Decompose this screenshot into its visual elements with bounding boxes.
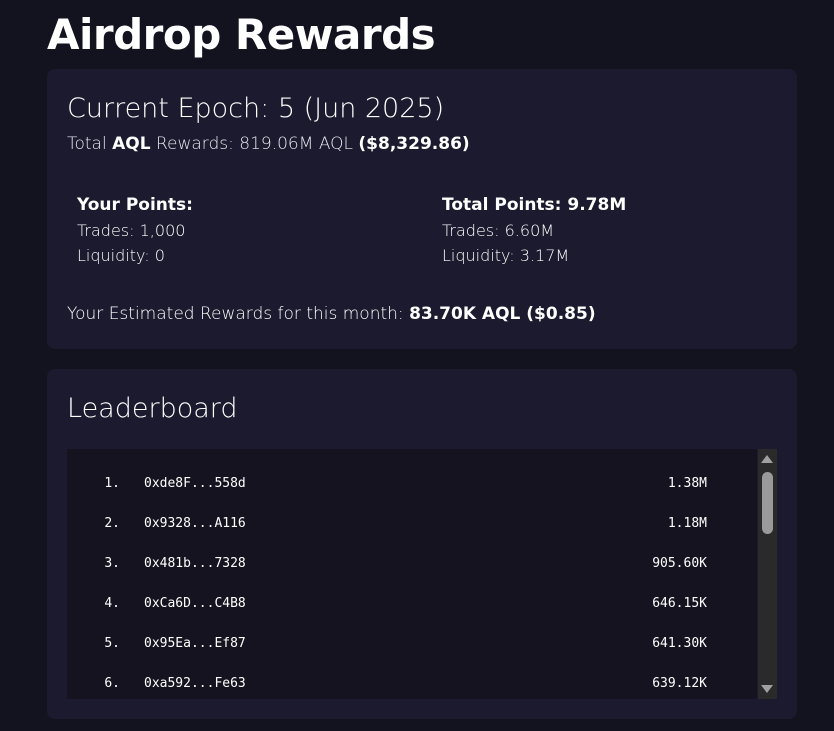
leaderboard-row: 3. 0x481b...7328 905.60K (67, 554, 707, 574)
leaderboard-points: 1.18M (667, 516, 707, 531)
leaderboard-rank: 5. (104, 636, 120, 651)
estimated-rewards-value: 83.70K AQL ($0.85) (409, 304, 596, 324)
your-points-heading: Your Points: (77, 195, 193, 215)
leaderboard-rank: 3. (104, 556, 120, 571)
leaderboard-row: 1. 0xde8F...558d 1.38M (67, 474, 707, 494)
leaderboard-address: 0x481b...7328 (144, 556, 246, 571)
leaderboard-points: 639.12K (652, 676, 707, 691)
leaderboard-points: 905.60K (652, 556, 707, 571)
total-points-heading: Total Points: 9.78M (442, 195, 627, 215)
page-title: Airdrop Rewards (47, 10, 436, 59)
leaderboard-row: 5. 0x95Ea...Ef87 641.30K (67, 634, 707, 654)
total-rewards-prefix: Total (67, 134, 113, 154)
leaderboard-address: 0xCa6D...C4B8 (144, 596, 246, 611)
scroll-thumb[interactable] (762, 472, 773, 534)
total-points-liquidity: Liquidity: 3.17M (442, 246, 570, 265)
total-rewards-token: AQL (112, 134, 151, 154)
scroll-up-arrow-icon[interactable] (761, 455, 773, 463)
leaderboard-heading: Leaderboard (67, 393, 238, 424)
total-points-trades: Trades: 6.60M (442, 221, 555, 240)
epoch-card: Current Epoch: 5 (Jun 2025) Total AQL Re… (47, 69, 797, 349)
leaderboard-address: 0x9328...A116 (144, 516, 246, 531)
epoch-heading: Current Epoch: 5 (Jun 2025) (67, 93, 445, 124)
leaderboard-scrollbar[interactable] (758, 449, 777, 699)
leaderboard-row: 4. 0xCa6D...C4B8 646.15K (67, 594, 707, 614)
leaderboard-rank: 4. (104, 596, 120, 611)
leaderboard-address: 0xa592...Fe63 (144, 676, 246, 691)
total-rewards-usd: ($8,329.86) (358, 134, 470, 154)
leaderboard-row: 2. 0x9328...A116 1.18M (67, 514, 707, 534)
scroll-down-arrow-icon[interactable] (761, 685, 773, 693)
estimated-rewards-line: Your Estimated Rewards for this month: 8… (67, 302, 596, 326)
leaderboard-list[interactable]: 1. 0xde8F...558d 1.38M 2. 0x9328...A116 1.18M… (67, 449, 757, 699)
leaderboard-points: 646.15K (652, 596, 707, 611)
total-points-section: Total Points: 9.78M Trades: 6.60M Liquid… (442, 193, 626, 268)
leaderboard-address: 0xde8F...558d (144, 476, 246, 491)
leaderboard-points: 641.30K (652, 636, 707, 651)
leaderboard-rank: 2. (104, 516, 120, 531)
leaderboard-row: 6. 0xa592...Fe63 639.12K (67, 674, 707, 694)
your-points-trades: Trades: 1,000 (77, 221, 186, 240)
leaderboard-card: Leaderboard 1. 0xde8F...558d 1.38M 2. 0x9328… (47, 369, 797, 719)
leaderboard-rank: 6. (104, 676, 120, 691)
your-points-liquidity: Liquidity: 0 (77, 246, 165, 265)
leaderboard-rank: 1. (104, 476, 120, 491)
estimated-rewards-prefix: Your Estimated Rewards for this month: (67, 304, 410, 324)
total-rewards-amount: Rewards: 819.06M AQL (150, 134, 359, 154)
your-points-section: Your Points: Trades: 1,000 Liquidity: 0 (77, 193, 193, 268)
leaderboard-points: 1.38M (667, 476, 707, 491)
leaderboard-address: 0x95Ea...Ef87 (144, 636, 246, 651)
total-rewards-line: Total AQL Rewards: 819.06M AQL ($8,329.8… (67, 133, 470, 155)
